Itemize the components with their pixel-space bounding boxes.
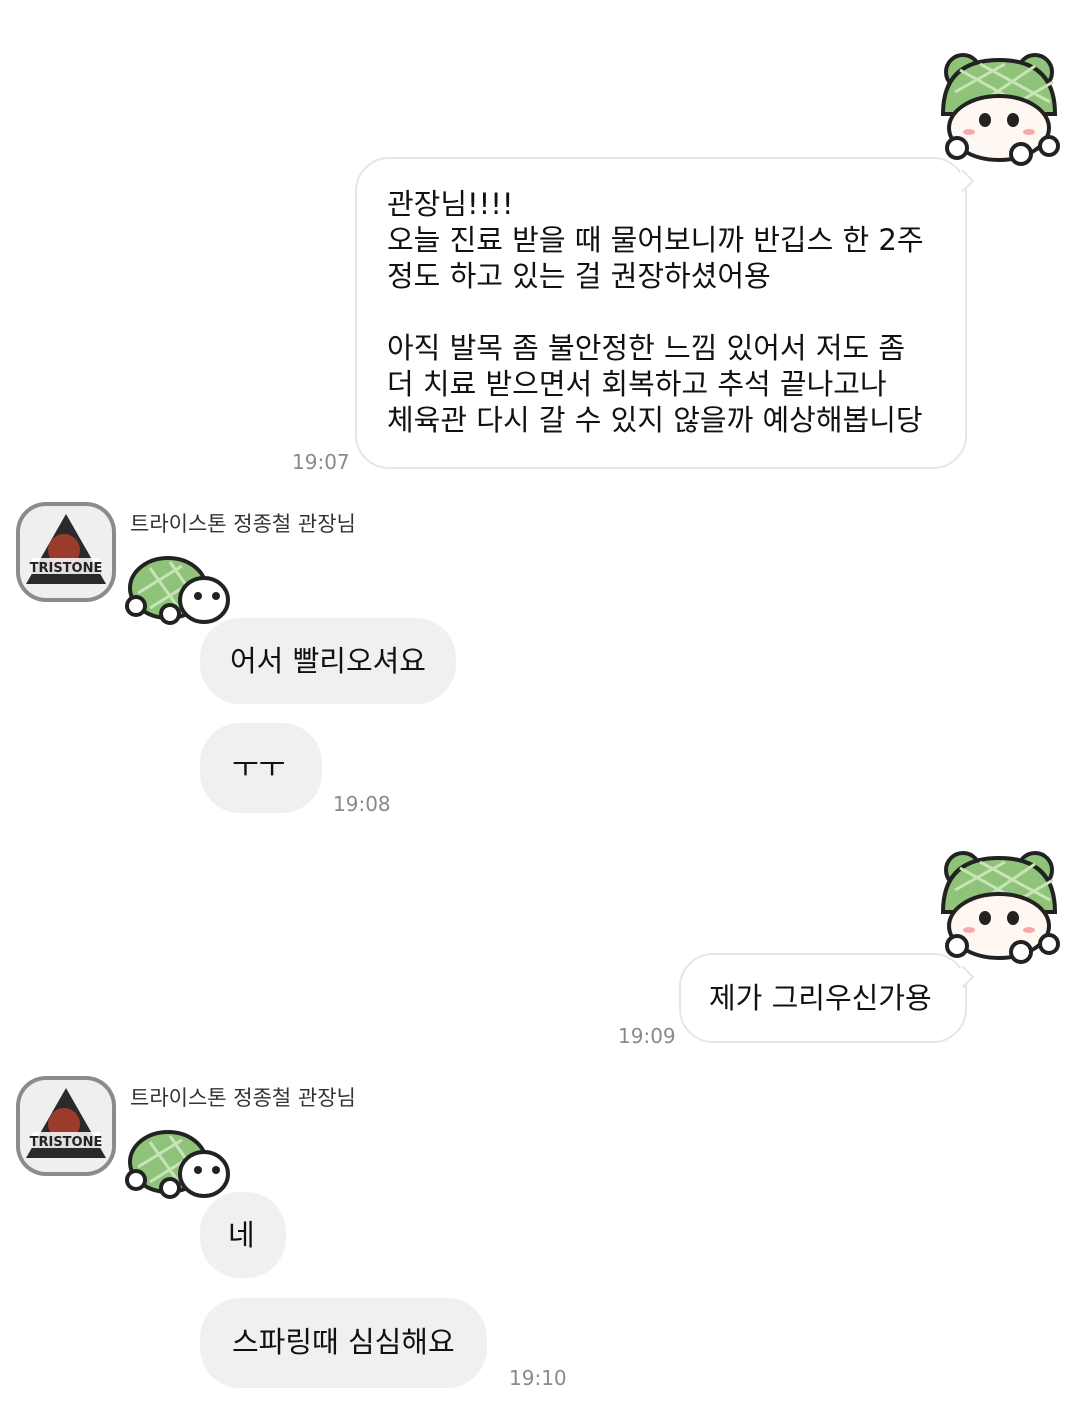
message-text: ㅜㅜ: [232, 750, 286, 784]
message-timestamp: 19:10: [509, 1366, 567, 1390]
avatar-logo-text: TRISTONE: [30, 1135, 103, 1150]
turtle-sticker-icon: [125, 556, 230, 625]
incoming-message-bubble[interactable]: 네: [200, 1192, 286, 1278]
message-text: 제가 그리우신가용: [709, 981, 932, 1015]
avatar-logo-text: TRISTONE: [30, 561, 103, 576]
message-line: 오늘 진료 받을 때 물어보니까 반깁스 한 2주: [387, 223, 924, 257]
incoming-message-bubble[interactable]: 어서 빨리오셔요: [200, 618, 456, 704]
message-timestamp: 19:09: [618, 1024, 676, 1048]
outgoing-message-bubble[interactable]: 관장님!!!! 오늘 진료 받을 때 물어보니까 반깁스 한 2주 정도 하고 …: [355, 157, 967, 469]
message-line: [387, 294, 935, 330]
sender-name: 트라이스톤 정종철 관장님: [130, 512, 356, 536]
incoming-message-bubble[interactable]: 스파링때 심심해요: [200, 1298, 487, 1388]
message-line: 관장님!!!!: [387, 187, 514, 221]
message-line: 아직 발목 좀 불안정한 느낌 있어서 저도 좀: [387, 331, 906, 365]
message-line: 체육관 다시 갈 수 있지 않을까 예상해봅니당: [387, 403, 923, 437]
incoming-message-bubble[interactable]: ㅜㅜ: [200, 723, 322, 813]
gym-logo-icon: TRISTONE: [20, 1080, 112, 1172]
sender-name: 트라이스톤 정종철 관장님: [130, 1086, 356, 1110]
outgoing-message-bubble[interactable]: 제가 그리우신가용: [679, 953, 967, 1043]
message-text: 네: [228, 1218, 255, 1252]
message-timestamp: 19:08: [333, 792, 391, 816]
message-line: 더 치료 받으면서 회복하고 추석 끝나고나: [387, 367, 887, 401]
message-line: 정도 하고 있는 걸 권장하셨어용: [387, 259, 771, 293]
message-text: 어서 빨리오셔요: [230, 644, 426, 678]
gym-logo-icon: TRISTONE: [20, 506, 112, 598]
frog-hat-character-sticker-icon: [940, 851, 1060, 964]
avatar[interactable]: TRISTONE: [16, 502, 116, 602]
message-timestamp: 19:07: [292, 450, 350, 474]
message-text: 스파링때 심심해요: [232, 1325, 455, 1359]
frog-hat-character-sticker-icon: [940, 53, 1060, 166]
turtle-sticker-icon: [125, 1130, 230, 1199]
avatar[interactable]: TRISTONE: [16, 1076, 116, 1176]
